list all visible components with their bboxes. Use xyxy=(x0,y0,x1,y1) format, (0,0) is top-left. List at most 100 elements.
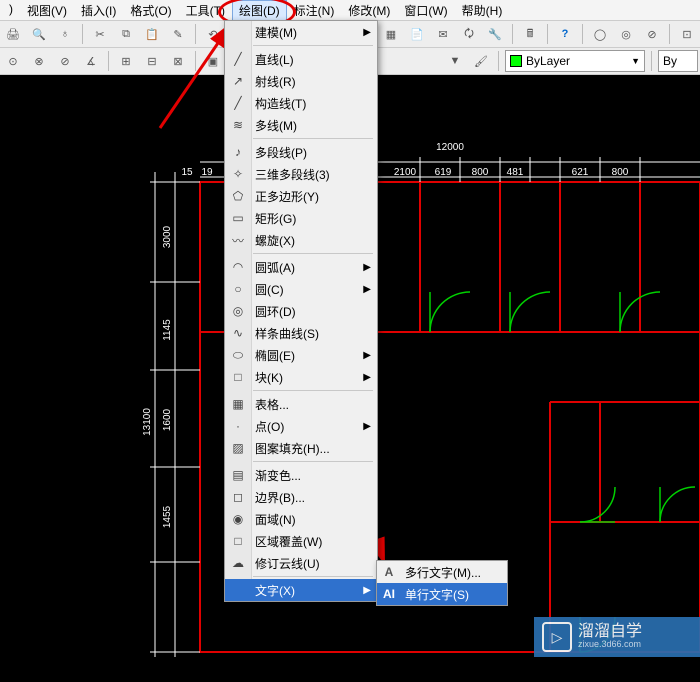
submenu-item[interactable]: AI单行文字(S) xyxy=(377,583,507,605)
menu-item[interactable]: ▭矩形(G) xyxy=(225,207,377,229)
menu-item[interactable]: ◠圆弧(A)▶ xyxy=(225,256,377,278)
toolbtn[interactable]: ⊞ xyxy=(115,50,137,72)
watermark: ▷ 溜溜自学 zixue.3d66.com xyxy=(534,617,700,657)
dim-text: 481 xyxy=(507,167,524,178)
menu-item[interactable]: □区域覆盖(W) xyxy=(225,530,377,552)
menu-视图(V)[interactable]: 视图(V) xyxy=(20,0,74,21)
toolbtn[interactable]: 🔧 xyxy=(484,23,506,45)
toolbtn[interactable]: ▼ xyxy=(444,50,466,72)
menu-item[interactable]: ∿样条曲线(S) xyxy=(225,322,377,344)
toolbtn[interactable]: 🖨 xyxy=(2,23,24,45)
menu-item[interactable]: □块(K)▶ xyxy=(225,366,377,388)
toolbtn[interactable]: 📄 xyxy=(406,23,428,45)
undo-icon[interactable]: ↶ xyxy=(202,23,224,45)
menu-icon: ⬠ xyxy=(229,187,247,205)
menu-item[interactable]: ◉面域(N) xyxy=(225,508,377,530)
menu-label: 椭圆(E) xyxy=(255,347,295,364)
toolbtn[interactable]: ⊘ xyxy=(641,23,663,45)
dim-text: 621 xyxy=(572,167,589,178)
menu-item[interactable]: 文字(X)▶ xyxy=(225,579,377,601)
chevron-right-icon: ▶ xyxy=(363,585,371,596)
toolbtn[interactable]: 🔍 xyxy=(28,23,50,45)
menu-item[interactable]: ↗射线(R) xyxy=(225,70,377,92)
toolbtn[interactable]: ⊙ xyxy=(2,50,24,72)
menu-item[interactable]: ≋多线(M) xyxy=(225,114,377,136)
modeling-icon xyxy=(229,23,247,41)
menu-格式(O)[interactable]: 格式(O) xyxy=(123,0,178,21)
color-combo[interactable]: ByLayer▼ xyxy=(505,50,645,72)
menu-item[interactable]: ⬠ 正多边形(Y) xyxy=(225,185,377,207)
submenu-item[interactable]: A多行文字(M)... xyxy=(377,561,507,583)
toolbtn[interactable]: ♁ xyxy=(54,23,76,45)
help-icon[interactable]: ? xyxy=(554,23,576,45)
menu-item[interactable]: ▦表格... xyxy=(225,393,377,415)
menu-item[interactable]: ▤渐变色... xyxy=(225,464,377,486)
menu-帮助(H)[interactable]: 帮助(H) xyxy=(455,0,510,21)
menu-label: 块(K) xyxy=(255,369,283,386)
toolbtn[interactable]: ◯ xyxy=(589,23,611,45)
menu-label: 面域(N) xyxy=(255,511,296,528)
menu-item[interactable]: ✧三维多段线(3) xyxy=(225,163,377,185)
menu-工具(T)[interactable]: 工具(T) xyxy=(179,0,232,21)
menu-label: 圆弧(A) xyxy=(255,259,295,276)
toolbtn[interactable]: ⊗ xyxy=(28,50,50,72)
menu-item[interactable]: ╱构造线(T) xyxy=(225,92,377,114)
menu-icon: · xyxy=(229,417,247,435)
menu-item[interactable]: ♪多段线(P) xyxy=(225,141,377,163)
linetype-combo[interactable]: By xyxy=(658,50,698,72)
toolbtn[interactable]: ⊡ xyxy=(676,23,698,45)
dim-text: 3000 xyxy=(162,225,173,248)
menu-label: 正多边形(Y) xyxy=(255,188,319,205)
cut-icon[interactable]: ✂ xyxy=(89,23,111,45)
menu-item[interactable]: ╱ 直线(L) xyxy=(225,48,377,70)
menu-icon: ✧ xyxy=(229,165,247,183)
menu-label: 圆(C) xyxy=(255,281,284,298)
menu-窗口(W)[interactable]: 窗口(W) xyxy=(397,0,454,21)
menu-标注(N)[interactable]: 标注(N) xyxy=(287,0,342,21)
dim-text: 1600 xyxy=(162,408,173,431)
menu-插入(I)[interactable]: 插入(I) xyxy=(74,0,123,21)
dim-text: 15 xyxy=(181,167,193,178)
menu-item[interactable]: ▨图案填充(H)... xyxy=(225,437,377,459)
menu-icon: □ xyxy=(229,532,247,550)
toolbtn[interactable]: ⊠ xyxy=(167,50,189,72)
toolbtn[interactable]: ▦ xyxy=(380,23,402,45)
dim-text: 800 xyxy=(612,167,629,178)
toolbtn[interactable]: ⊟ xyxy=(141,50,163,72)
menu-label: 射线(R) xyxy=(255,73,296,90)
chevron-right-icon: ▶ xyxy=(363,350,371,361)
toolbtn[interactable]: ∡ xyxy=(80,50,102,72)
menu-label: 点(O) xyxy=(255,418,284,435)
menu-item[interactable]: ⬭ 椭圆(E) ▶ xyxy=(225,344,377,366)
calc-icon[interactable]: 🖩 xyxy=(519,23,541,45)
text-submenu: A多行文字(M)...AI单行文字(S) xyxy=(376,560,508,606)
menu-修改(M)[interactable]: 修改(M) xyxy=(341,0,397,21)
menu-icon: ╱ xyxy=(229,50,247,68)
menu-item[interactable]: ·点(O)▶ xyxy=(225,415,377,437)
menu-item[interactable]: ◎圆环(D) xyxy=(225,300,377,322)
menu-item[interactable]: ○圆(C)▶ xyxy=(225,278,377,300)
menu-icon: ☁ xyxy=(229,554,247,572)
toolbtn[interactable]: ◎ xyxy=(615,23,637,45)
menu-item[interactable]: ◻边界(B)... xyxy=(225,486,377,508)
layer-text: ByLayer xyxy=(526,54,570,68)
brush-icon[interactable]: 🖌 xyxy=(470,50,492,72)
paste-icon[interactable]: 📋 xyxy=(141,23,163,45)
toolbtn[interactable]: ✉ xyxy=(432,23,454,45)
menu-icon: ⬭ xyxy=(229,346,247,364)
menu-icon xyxy=(229,581,247,599)
toolbtn[interactable]: ▣ xyxy=(202,50,224,72)
submenu-label: 单行文字(S) xyxy=(405,586,469,603)
menu-item[interactable]: ☁修订云线(U) xyxy=(225,552,377,574)
menu-item[interactable]: 〰螺旋(X) xyxy=(225,229,377,251)
match-icon[interactable]: ✎ xyxy=(167,23,189,45)
toolbtn[interactable]: 🗘 xyxy=(458,23,480,45)
menu-label: 建模(M) xyxy=(255,24,297,41)
menu-modeling[interactable]: 建模(M) ▶ xyxy=(225,21,377,43)
menu-label: 直线(L) xyxy=(255,51,294,68)
toolbtn[interactable]: ⊘ xyxy=(54,50,76,72)
menu-绘图(D)[interactable]: 绘图(D) xyxy=(232,0,287,21)
menu-)[interactable]: ) xyxy=(2,0,20,21)
menu-icon: ▤ xyxy=(229,466,247,484)
copy-icon[interactable]: ⧉ xyxy=(115,23,137,45)
